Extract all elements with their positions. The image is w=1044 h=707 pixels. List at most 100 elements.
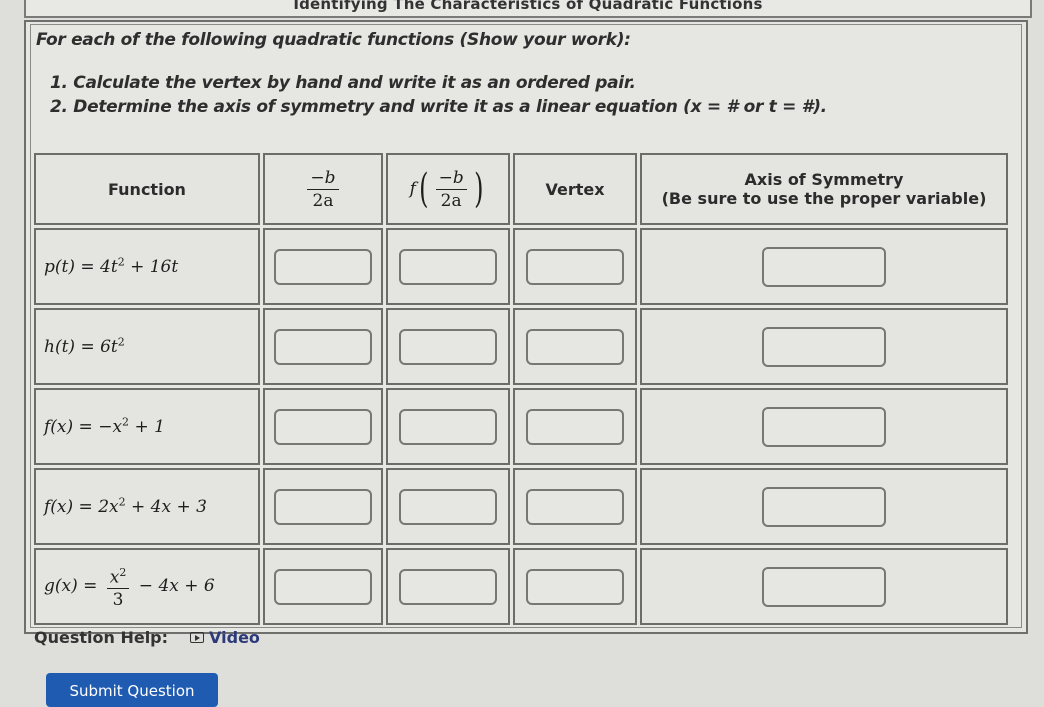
header-function: Function xyxy=(34,153,260,225)
table-row: p(t) = 4t2 + 16t xyxy=(34,228,1008,305)
instructions-intro: For each of the following quadratic func… xyxy=(36,30,631,50)
function-expression: g(x) = x2 3 − 4x + 6 xyxy=(36,566,215,610)
function-lhs: h(t) = xyxy=(44,337,101,358)
submit-question-button[interactable]: Submit Question xyxy=(46,673,218,707)
neg-b-over-2a-input[interactable] xyxy=(274,328,372,365)
exponent: 2 xyxy=(122,415,130,429)
term: 2x xyxy=(98,497,119,518)
table-row: h(t) = 6t2 xyxy=(34,308,1008,385)
vertex-input[interactable] xyxy=(526,568,624,605)
f-value-cell xyxy=(386,388,510,465)
f-value-cell xyxy=(386,548,510,625)
neg-b-over-2a-cell xyxy=(263,228,383,305)
left-paren: ( xyxy=(419,166,429,212)
f-value-input[interactable] xyxy=(399,408,497,445)
table-row: g(x) = x2 3 − 4x + 6 xyxy=(34,548,1008,625)
question-help-label: Question Help: xyxy=(34,628,169,647)
table-row: f(x) = 2x2 + 4x + 3 xyxy=(34,468,1008,545)
vertex-cell xyxy=(513,228,637,305)
function-lhs: p(t) = xyxy=(44,257,101,278)
numerator-base: x xyxy=(109,567,120,588)
vertex-input[interactable] xyxy=(526,248,624,285)
term: −x xyxy=(98,417,123,438)
axis-of-symmetry-input[interactable] xyxy=(762,406,886,447)
f-value-input[interactable] xyxy=(399,248,497,285)
function-cell: f(x) = 2x2 + 4x + 3 xyxy=(34,468,260,545)
term: + 4x + 3 xyxy=(125,497,207,518)
page-title: Identifying The Characteristics of Quadr… xyxy=(24,0,1032,18)
instructions: For each of the following quadratic func… xyxy=(36,30,827,120)
f-value-input[interactable] xyxy=(399,328,497,365)
x-squared-over-3-fraction: x2 3 xyxy=(106,564,130,611)
neg-b-over-2a-input[interactable] xyxy=(274,248,372,285)
term: 4t xyxy=(100,257,118,278)
function-expression: f(x) = 2x2 + 4x + 3 xyxy=(36,495,207,518)
header-axis-of-symmetry: Axis of Symmetry (Be sure to use the pro… xyxy=(640,153,1008,225)
exponent: 2 xyxy=(117,335,125,349)
f-value-cell xyxy=(386,468,510,545)
function-lhs: g(x) = xyxy=(44,576,103,596)
exponent: 2 xyxy=(118,495,126,509)
header-row: Function −b 2a f(−b 2a) Vertex Axis of Sy… xyxy=(34,153,1008,225)
vertex-input[interactable] xyxy=(526,488,624,525)
axis-cell xyxy=(640,548,1008,625)
fraction-numerator: −b xyxy=(435,169,467,190)
function-expression: p(t) = 4t2 + 16t xyxy=(36,255,179,278)
exponent: 2 xyxy=(117,255,125,269)
fraction-numerator: x2 xyxy=(106,564,130,590)
term: + 16t xyxy=(124,257,179,278)
header-f-of-neg-b-over-2a: f(−b 2a) xyxy=(386,153,510,225)
term: 6t xyxy=(100,337,118,358)
f-of-fraction: f(−b 2a) xyxy=(409,169,487,210)
neg-b-over-2a-fraction: −b 2a xyxy=(307,169,339,211)
axis-of-symmetry-input[interactable] xyxy=(762,326,886,367)
fraction-denominator: 3 xyxy=(112,590,124,611)
axis-header-line1: Axis of Symmetry xyxy=(744,170,904,189)
term: − 4x + 6 xyxy=(133,576,215,596)
video-help-link[interactable]: Video xyxy=(190,628,260,647)
function-name: f xyxy=(409,178,416,199)
table-row: f(x) = −x2 + 1 xyxy=(34,388,1008,465)
right-paren: ) xyxy=(473,166,484,212)
exponent: 2 xyxy=(119,565,127,579)
f-value-cell xyxy=(386,228,510,305)
fraction-numerator: −b xyxy=(307,169,339,190)
denominator-text: 2a xyxy=(312,190,334,211)
f-value-input[interactable] xyxy=(399,568,497,605)
function-cell: g(x) = x2 3 − 4x + 6 xyxy=(34,548,260,625)
axis-cell xyxy=(640,468,1008,545)
header-vertex: Vertex xyxy=(513,153,637,225)
inner-fraction: −b 2a xyxy=(435,169,467,211)
axis-cell xyxy=(640,228,1008,305)
vertex-input[interactable] xyxy=(526,328,624,365)
instruction-step-1: 1. Calculate the vertex by hand and writ… xyxy=(50,73,636,93)
question-panel: For each of the following quadratic func… xyxy=(24,20,1028,634)
function-cell: p(t) = 4t2 + 16t xyxy=(34,228,260,305)
axis-of-symmetry-input[interactable] xyxy=(762,566,886,607)
vertex-input[interactable] xyxy=(526,408,624,445)
play-video-icon xyxy=(190,632,205,643)
axis-cell xyxy=(640,308,1008,385)
neg-b-over-2a-input[interactable] xyxy=(274,488,372,525)
vertex-cell xyxy=(513,388,637,465)
function-lhs: f(x) = xyxy=(44,497,99,518)
function-expression: f(x) = −x2 + 1 xyxy=(36,415,165,438)
question-help: Question Help: Video xyxy=(34,628,260,647)
f-value-input[interactable] xyxy=(399,488,497,525)
instruction-step-2: 2. Determine the axis of symmetry and wr… xyxy=(50,97,827,117)
term: + 1 xyxy=(129,417,165,438)
video-link-label: Video xyxy=(209,628,260,647)
f-value-cell xyxy=(386,308,510,385)
neg-b-over-2a-cell xyxy=(263,468,383,545)
axis-of-symmetry-input[interactable] xyxy=(762,246,886,287)
fraction-denominator: 2a xyxy=(440,190,462,211)
axis-of-symmetry-input[interactable] xyxy=(762,486,886,527)
vertex-cell xyxy=(513,308,637,385)
neg-b-over-2a-input[interactable] xyxy=(274,568,372,605)
function-expression: h(t) = 6t2 xyxy=(36,335,125,358)
header-neg-b-over-2a: −b 2a xyxy=(263,153,383,225)
vertex-cell xyxy=(513,468,637,545)
axis-header-line2: (Be sure to use the proper variable) xyxy=(661,189,987,208)
axis-cell xyxy=(640,388,1008,465)
neg-b-over-2a-input[interactable] xyxy=(274,408,372,445)
